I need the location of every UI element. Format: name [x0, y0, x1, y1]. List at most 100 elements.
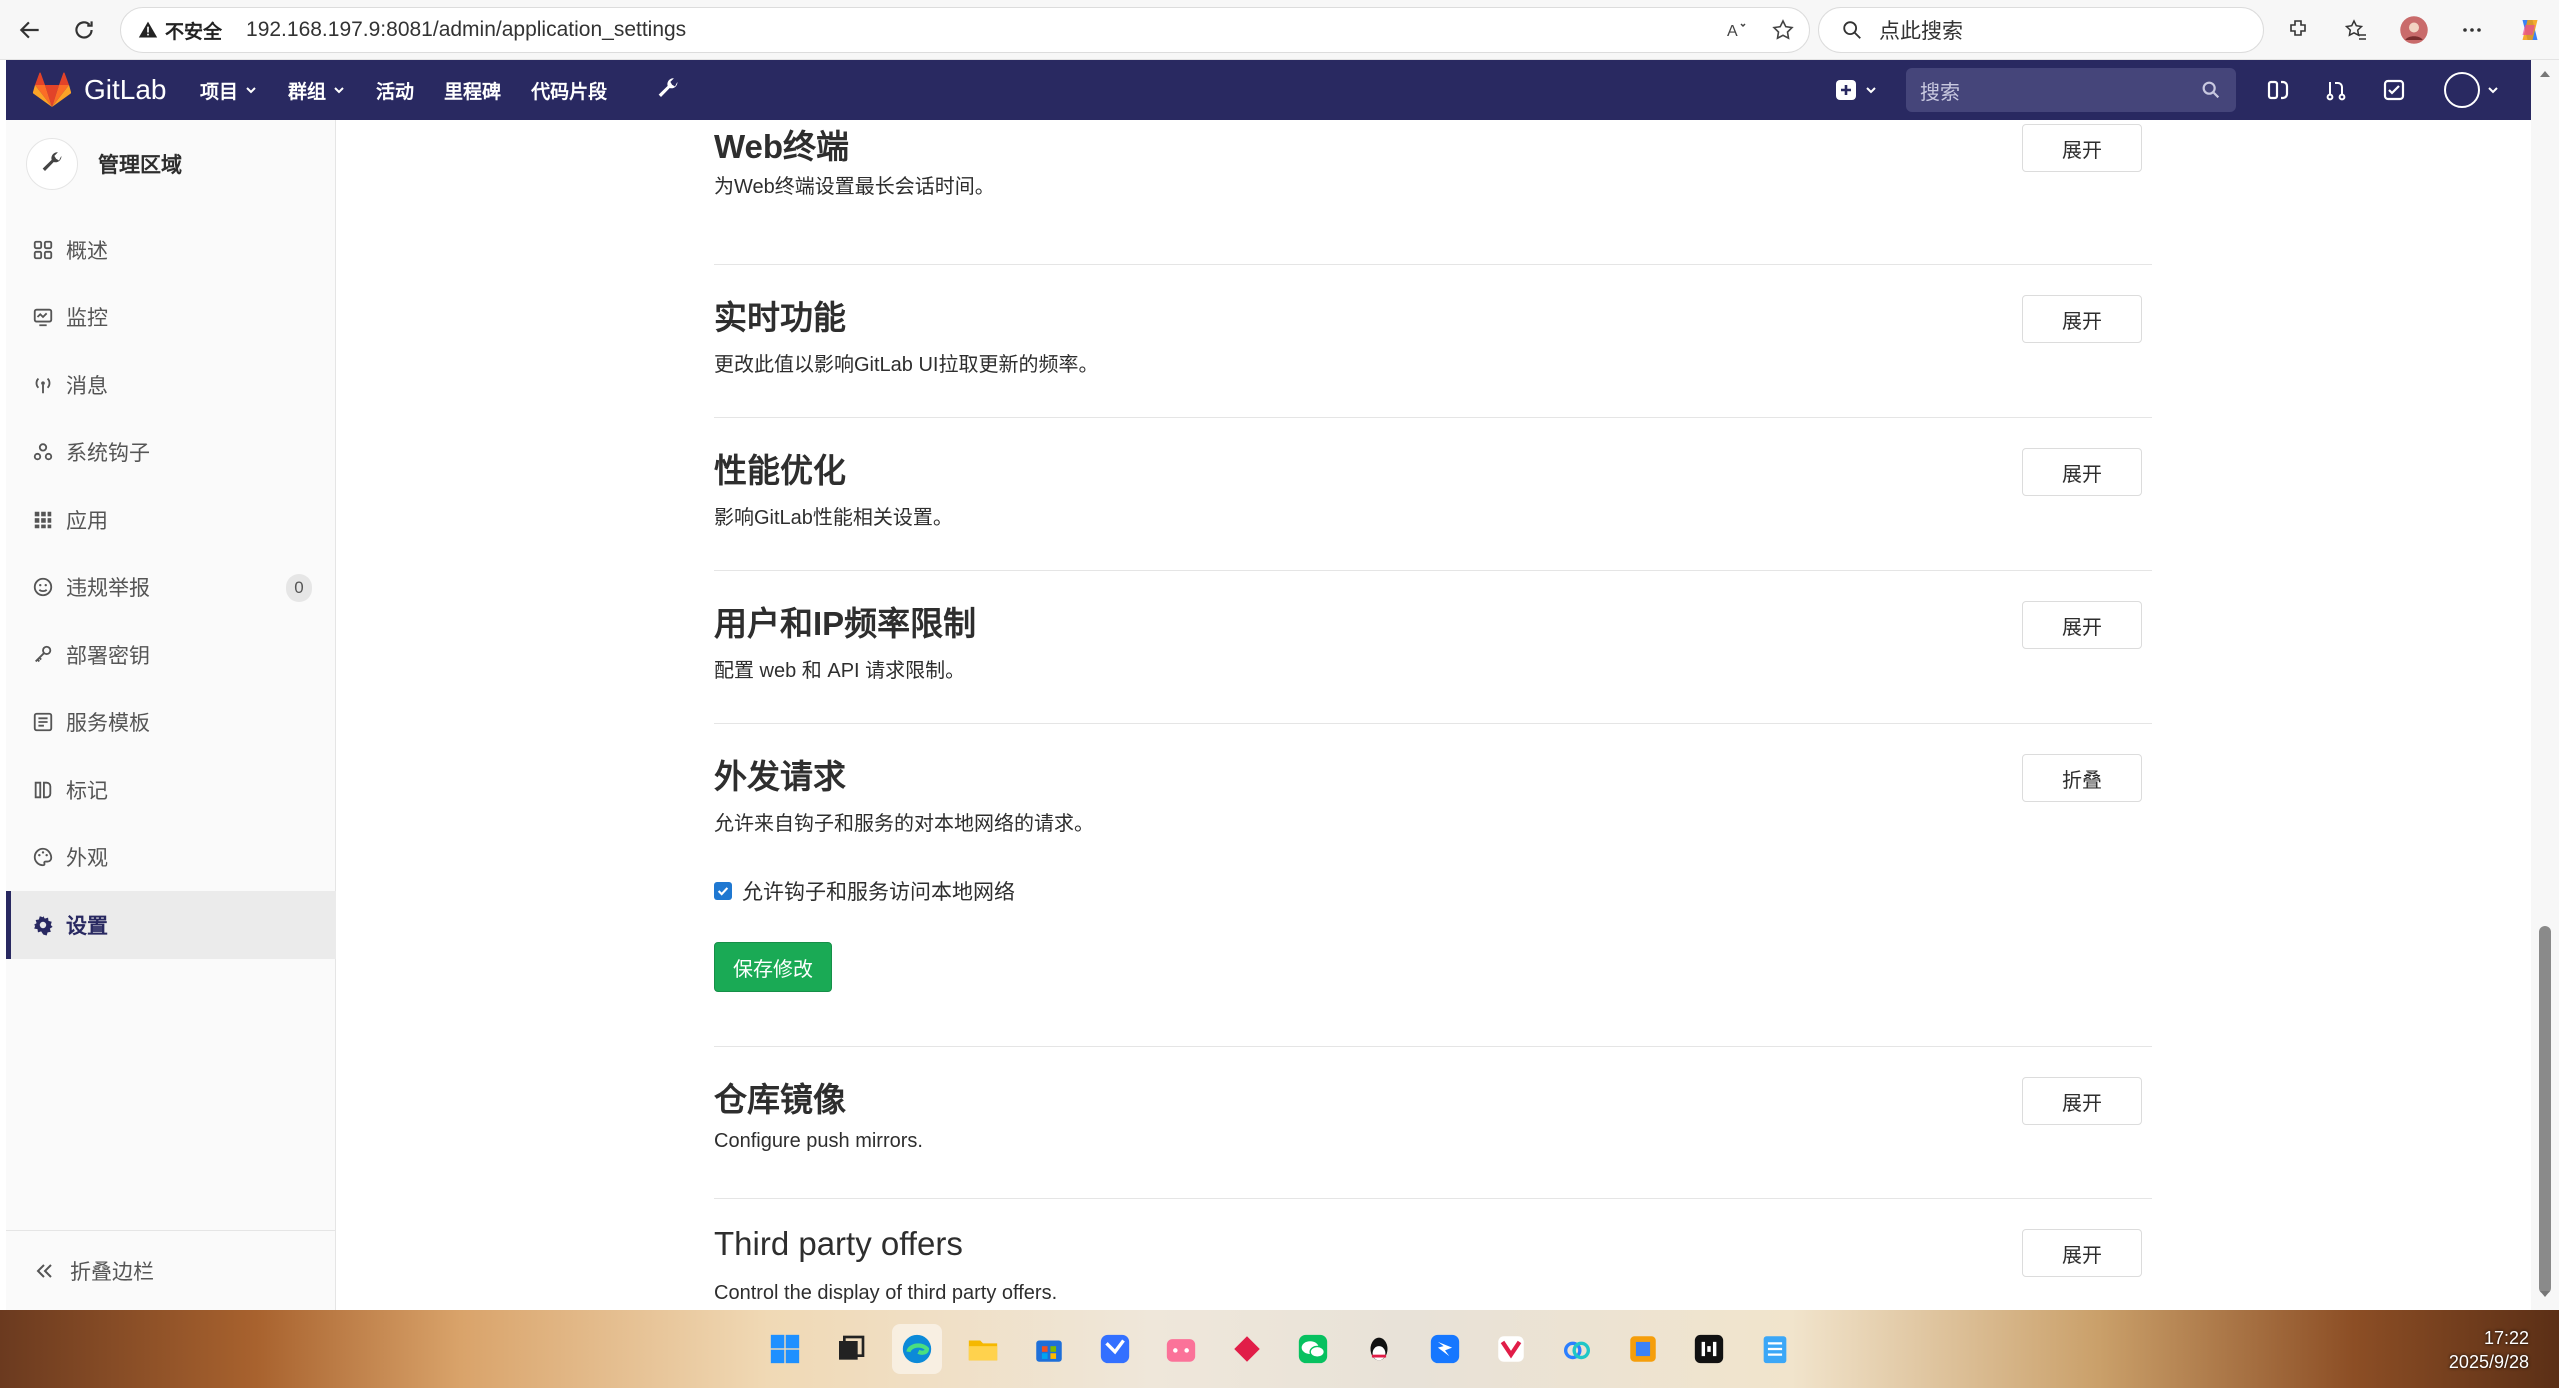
page-scrollbar[interactable]	[2531, 60, 2559, 1310]
gitlab-header: GitLab 项目 群组 活动 里程碑 代码片段 搜索	[6, 60, 2531, 120]
extensions-icon[interactable]	[2280, 12, 2316, 48]
more-icon[interactable]	[2454, 12, 2490, 48]
monitor-icon	[30, 304, 56, 330]
expand-button[interactable]: 展开	[2022, 124, 2142, 172]
section-title: 实时功能	[714, 299, 846, 336]
scroll-up-arrow-icon[interactable]	[2537, 66, 2553, 82]
section-realtime-features: 实时功能 更改此值以影响GitLab UI拉取更新的频率。 展开	[714, 265, 2152, 418]
expand-button[interactable]: 展开	[2022, 601, 2142, 649]
baidu-netdisk-icon[interactable]	[1552, 1324, 1602, 1374]
section-description: 更改此值以影响GitLab UI拉取更新的频率。	[714, 354, 1099, 376]
gitlab-brand[interactable]: GitLab	[84, 74, 167, 106]
expand-button[interactable]: 展开	[2022, 295, 2142, 343]
sidebar-item-monitoring[interactable]: 监控	[6, 284, 336, 352]
sidebar-item-label: 监控	[66, 307, 108, 331]
read-aloud-icon[interactable]: A	[1723, 16, 1751, 44]
scroll-thumb[interactable]	[2539, 926, 2551, 1294]
issues-icon[interactable]	[2264, 76, 2292, 104]
sidebar-item-service-templates[interactable]: 服务模板	[6, 689, 336, 757]
notepad-icon[interactable]	[1750, 1324, 1800, 1374]
expand-button[interactable]: 展开	[2022, 1077, 2142, 1125]
sidebar-header[interactable]: 管理区域	[26, 138, 182, 190]
remote-desktop-icon[interactable]	[1618, 1324, 1668, 1374]
browser-toolbar: 不安全 192.168.197.9:8081/admin/application…	[0, 0, 2559, 60]
expand-button[interactable]: 展开	[2022, 448, 2142, 496]
collapse-sidebar-button[interactable]: 折叠边栏	[6, 1230, 336, 1310]
section-title: Web终端	[714, 128, 850, 165]
start-windows-icon[interactable]	[760, 1324, 810, 1374]
sidebar-item-labels[interactable]: 标记	[6, 756, 336, 824]
sidebar-item-system-hooks[interactable]: 系统钩子	[6, 419, 336, 487]
app-red-icon[interactable]	[1222, 1324, 1272, 1374]
sidebar-item-label: 违规举报	[66, 577, 150, 601]
merge-requests-icon[interactable]	[2322, 76, 2350, 104]
save-changes-button[interactable]: 保存修改	[714, 942, 832, 992]
nav-projects[interactable]: 项目	[200, 77, 258, 104]
todos-icon[interactable]	[2380, 76, 2408, 104]
windows-taskbar: 17:22 2025/9/28	[0, 1310, 2559, 1388]
sidebar-item-abuse-reports[interactable]: 违规举报 0	[6, 554, 336, 622]
gitlab-search-input[interactable]: 搜索	[1906, 68, 2236, 112]
back-arrow-icon[interactable]	[12, 12, 48, 48]
favorite-star-icon[interactable]	[1769, 16, 1797, 44]
edge-browser-icon[interactable]	[892, 1324, 942, 1374]
refresh-icon[interactable]	[66, 12, 102, 48]
nav-snippets[interactable]: 代码片段	[531, 77, 607, 104]
gitlab-logo-icon[interactable]	[32, 72, 72, 108]
sidebar-item-overview[interactable]: 概述	[6, 216, 336, 284]
favorites-icon[interactable]	[2338, 12, 2374, 48]
allow-local-network-checkbox[interactable]	[714, 882, 732, 900]
sidebar-item-deploy-keys[interactable]: 部署密钥	[6, 621, 336, 689]
double-chevron-left-icon	[36, 1263, 52, 1278]
browser-search-placeholder: 点此搜索	[1879, 20, 1963, 43]
sidebar-item-appearance[interactable]: 外观	[6, 824, 336, 892]
wechat-icon[interactable]	[1288, 1324, 1338, 1374]
nav-groups[interactable]: 群组	[288, 77, 346, 104]
section-title: 性能优化	[714, 452, 846, 489]
admin-wrench-icon[interactable]	[654, 76, 682, 104]
store-icon[interactable]	[1024, 1324, 1074, 1374]
dingtalk-icon[interactable]	[1420, 1324, 1470, 1374]
broadcast-icon	[30, 372, 56, 398]
warning-triangle-icon	[137, 19, 159, 41]
section-description: 影响GitLab性能相关设置。	[714, 507, 953, 529]
nav-snippets-label: 代码片段	[531, 81, 608, 103]
section-description: 为Web终端设置最长会话时间。	[714, 176, 995, 198]
labels-icon	[30, 777, 56, 803]
user-avatar[interactable]	[2444, 72, 2480, 108]
browser-search-field[interactable]: 点此搜索	[1818, 7, 2264, 53]
system-clock[interactable]: 17:22 2025/9/28	[2449, 1326, 2529, 1374]
app-dark-icon[interactable]	[1684, 1324, 1734, 1374]
sidebar-item-settings[interactable]: 设置	[6, 891, 336, 959]
section-description: 配置 web 和 API 请求限制。	[714, 660, 966, 682]
sidebar-item-messages[interactable]: 消息	[6, 351, 336, 419]
chevron-down-icon	[2488, 87, 2498, 94]
profile-avatar-icon[interactable]	[2396, 12, 2432, 48]
clock-time: 17:22	[2483, 1328, 2529, 1348]
allow-local-network-option[interactable]: 允许钩子和服务访问本地网络	[714, 876, 1015, 906]
expand-button[interactable]: 展开	[2022, 1229, 2142, 1277]
app-bookmark-icon[interactable]	[1486, 1324, 1536, 1374]
security-label: 不安全	[165, 21, 223, 43]
scroll-down-arrow-icon[interactable]	[2537, 1286, 2553, 1302]
section-third-party-offers: Third party offers Control the display o…	[714, 1199, 2152, 1310]
bilibili-icon[interactable]	[1156, 1324, 1206, 1374]
nav-activity[interactable]: 活动	[376, 77, 414, 104]
section-title: 外发请求	[714, 758, 846, 795]
svg-text:A: A	[1727, 23, 1738, 40]
section-title: 仓库镜像	[714, 1081, 846, 1118]
section-performance: 性能优化 影响GitLab性能相关设置。 展开	[714, 418, 2152, 571]
copilot-icon[interactable]	[2512, 12, 2548, 48]
feishu-icon[interactable]	[1090, 1324, 1140, 1374]
nav-milestones[interactable]: 里程碑	[444, 77, 501, 104]
task-view-icon[interactable]	[826, 1324, 876, 1374]
qq-icon[interactable]	[1354, 1324, 1404, 1374]
file-explorer-icon[interactable]	[958, 1324, 1008, 1374]
sidebar-title: 管理区域	[98, 154, 182, 177]
new-item-button[interactable]	[1834, 78, 1878, 102]
sidebar-item-applications[interactable]: 应用	[6, 486, 336, 554]
collapse-button[interactable]: 折叠	[2022, 754, 2142, 802]
url-text[interactable]: 192.168.197.9:8081/admin/application_set…	[246, 18, 686, 42]
chevron-down-icon	[334, 87, 344, 94]
address-bar[interactable]: 不安全 192.168.197.9:8081/admin/application…	[120, 7, 1810, 53]
